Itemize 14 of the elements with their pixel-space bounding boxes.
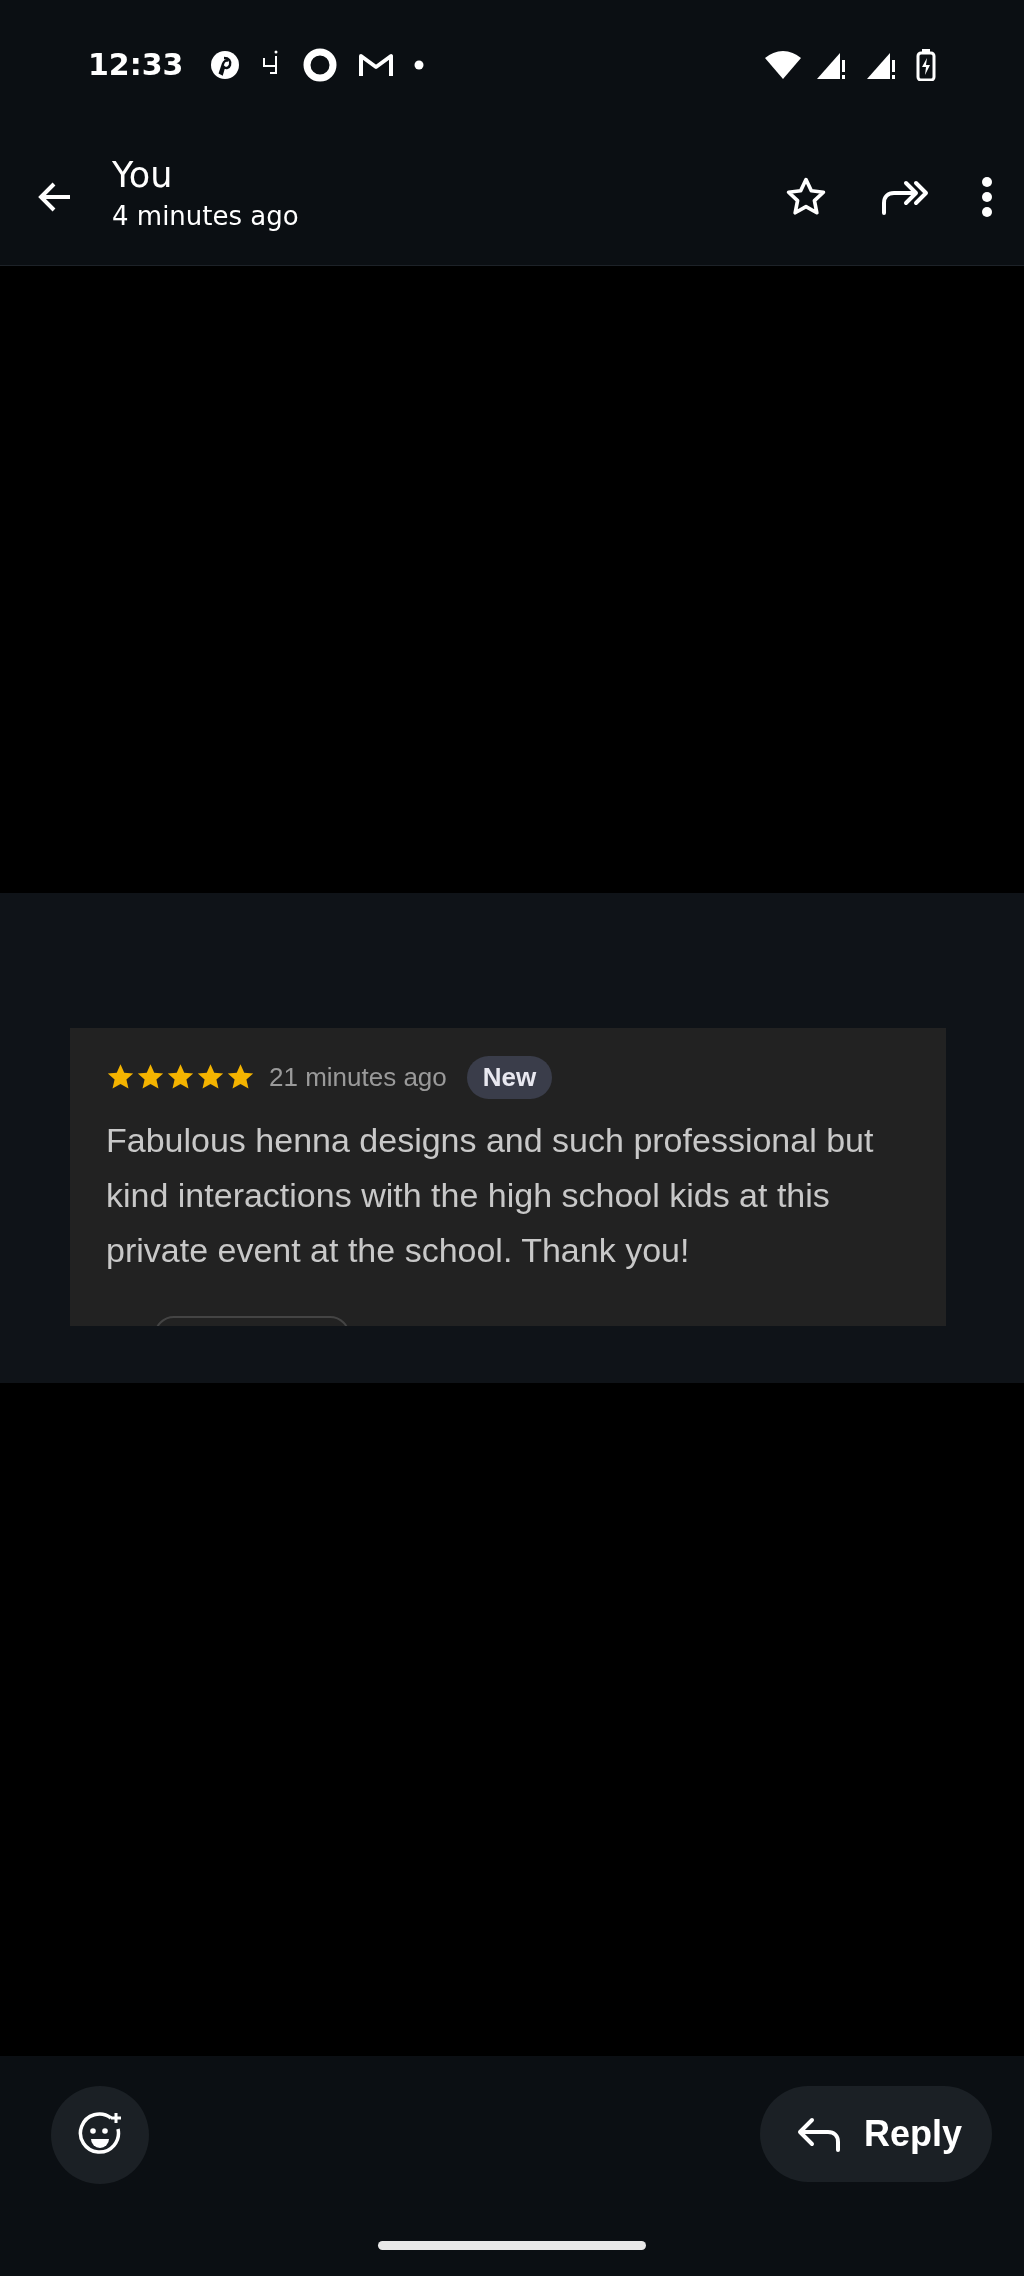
reply-arrow-icon bbox=[795, 2116, 842, 2153]
dot-icon bbox=[413, 59, 424, 70]
sender-name: You bbox=[112, 155, 174, 196]
review-text: Fabulous henna designs and such professional but kind interactions with the high school kids at this private event at the school. Thank you! bbox=[106, 1119, 875, 1271]
message-time: 4 minutes ago bbox=[112, 201, 299, 232]
battery-charging-icon bbox=[916, 48, 936, 81]
review-time: 21 minutes ago bbox=[269, 1061, 447, 1093]
new-badge: New bbox=[466, 1055, 553, 1099]
reply-button[interactable]: Reply bbox=[759, 2086, 992, 2183]
status-time: 12:33 bbox=[88, 47, 184, 83]
wifi-icon bbox=[764, 49, 802, 80]
more-menu-button[interactable] bbox=[980, 175, 994, 220]
ring-app-icon bbox=[301, 46, 338, 83]
pin-app-icon bbox=[209, 49, 240, 80]
